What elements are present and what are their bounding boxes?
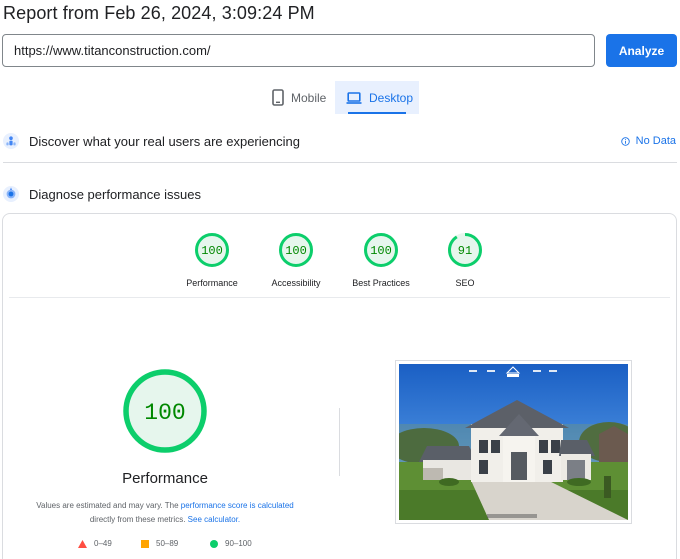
no-data-label: No Data bbox=[635, 135, 676, 147]
score-calculated-link[interactable]: performance score is calculated bbox=[181, 501, 294, 510]
lab-data-section: Diagnose performance issues bbox=[0, 183, 680, 205]
lab-data-title: Diagnose performance issues bbox=[29, 186, 201, 202]
main-score: 100 bbox=[144, 400, 185, 426]
score-ring: 100 bbox=[364, 233, 398, 267]
see-calculator-link[interactable]: See calculator. bbox=[188, 515, 240, 524]
gauge-label: Best Practices bbox=[352, 278, 410, 288]
legend-pass: 90–100 bbox=[210, 539, 252, 548]
gauge-label: SEO bbox=[455, 278, 475, 288]
tab-desktop[interactable]: Desktop bbox=[335, 81, 419, 114]
score-ring-large: 100 bbox=[123, 369, 207, 453]
card-divider bbox=[9, 297, 670, 298]
legend-fail-range: 0–49 bbox=[94, 539, 112, 548]
field-data-title: Discover what your real users are experi… bbox=[29, 133, 300, 149]
tab-mobile[interactable]: Mobile bbox=[264, 81, 334, 114]
gauge-accessibility[interactable]: 100 Accessibility bbox=[251, 232, 341, 288]
field-data-section: Discover what your real users are experi… bbox=[0, 130, 680, 152]
gauge-score: 100 bbox=[285, 244, 307, 258]
gauge-score: 100 bbox=[370, 244, 392, 258]
score-ring: 100 bbox=[279, 233, 313, 267]
score-ring: 91 bbox=[448, 233, 482, 267]
report-title: Report from Feb 26, 2024, 3:09:24 PM bbox=[3, 3, 315, 23]
gauge-score: 100 bbox=[201, 244, 223, 258]
house-illustration bbox=[399, 364, 628, 520]
laptop-icon bbox=[346, 91, 362, 104]
page-screenshot bbox=[395, 360, 632, 524]
section-divider bbox=[3, 162, 677, 163]
main-score-title: Performance bbox=[122, 470, 208, 487]
triangle-icon bbox=[78, 539, 87, 548]
legend-average-range: 50–89 bbox=[156, 539, 179, 548]
users-icon bbox=[3, 133, 19, 149]
page-screenshot-image bbox=[399, 364, 628, 520]
legend-average: 50–89 bbox=[141, 539, 178, 548]
smartphone-icon bbox=[272, 89, 284, 106]
score-ring: 100 bbox=[195, 233, 229, 267]
info-icon bbox=[620, 136, 630, 146]
gauge-label: Accessibility bbox=[271, 278, 321, 288]
gauge-best-practices[interactable]: 100 Best Practices bbox=[336, 232, 426, 288]
gauge-score: 91 bbox=[458, 244, 472, 258]
score-note: Values are estimated and may vary. The p… bbox=[0, 499, 330, 527]
no-data-indicator[interactable]: No Data bbox=[620, 135, 676, 147]
gauge-performance[interactable]: 100 Performance bbox=[167, 232, 257, 288]
url-input[interactable] bbox=[2, 34, 595, 67]
tab-mobile-label: Mobile bbox=[291, 90, 327, 105]
tab-desktop-label: Desktop bbox=[369, 90, 414, 105]
note-text-2: directly from these metrics. bbox=[89, 515, 188, 524]
legend-fail: 0–49 bbox=[78, 539, 112, 548]
square-icon bbox=[141, 539, 149, 548]
lighthouse-icon bbox=[3, 186, 19, 202]
gauge-seo[interactable]: 91 SEO bbox=[420, 232, 510, 288]
legend-pass-range: 90–100 bbox=[225, 539, 252, 548]
circle-icon bbox=[210, 539, 218, 548]
vertical-divider bbox=[339, 408, 340, 476]
tab-selected-indicator bbox=[348, 112, 406, 114]
analyze-button[interactable]: Analyze bbox=[606, 34, 677, 67]
gauge-label: Performance bbox=[186, 278, 238, 288]
note-text-1: Values are estimated and may vary. The bbox=[36, 501, 181, 510]
performance-gauge-large: 100 bbox=[122, 368, 208, 459]
